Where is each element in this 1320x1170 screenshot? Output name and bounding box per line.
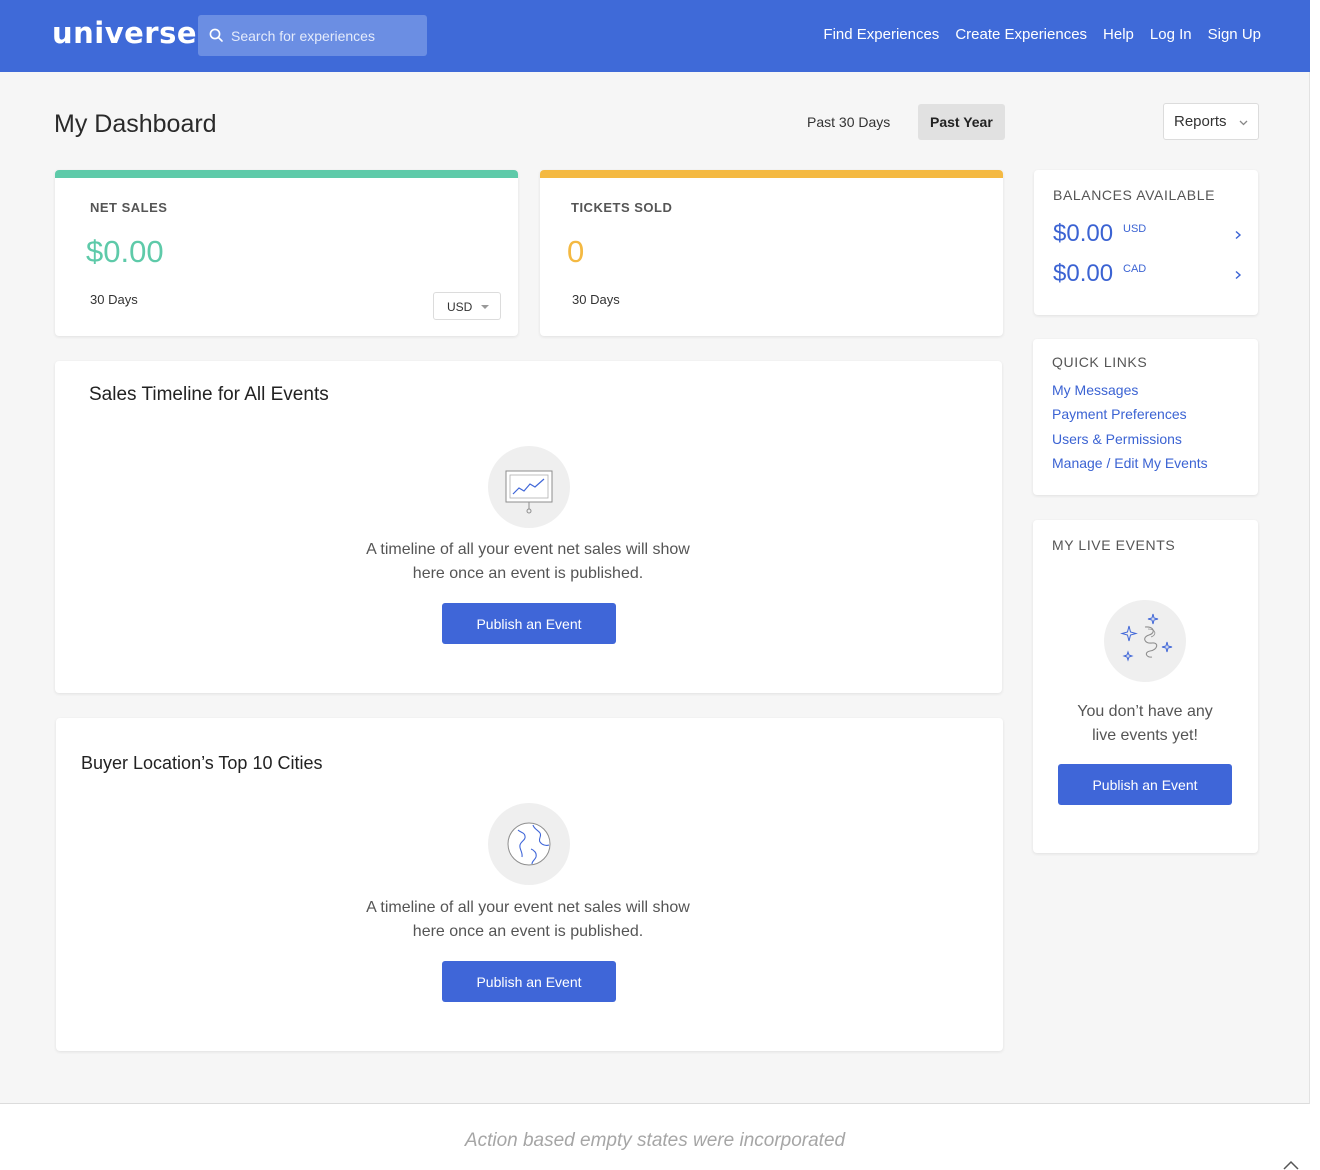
logo[interactable]: universe [52,16,197,50]
nav-sign-up[interactable]: Sign Up [1208,26,1261,43]
live-events-title: MY LIVE EVENTS [1052,537,1176,553]
net-sales-value: $0.00 [86,234,164,269]
nav-log-in[interactable]: Log In [1150,26,1192,43]
balance-row-cad[interactable]: $0.00 CAD [1053,260,1243,290]
quick-link-manage-events[interactable]: Manage / Edit My Events [1052,455,1208,471]
live-events-empty-illustration [1104,600,1186,682]
quick-links-card: QUICK LINKS My Messages Payment Preferen… [1033,339,1258,495]
chevron-up-icon[interactable] [1281,1158,1301,1170]
confetti-sparkle-icon [1120,613,1173,662]
balance-currency-usd: USD [1123,223,1147,235]
cities-empty-message: A timeline of all your event net sales w… [366,899,690,940]
sales-timeline-card: Sales Timeline for All Events A timeline… [55,361,1002,693]
chevron-down-icon [1239,120,1248,126]
reports-dropdown[interactable]: Reports [1163,103,1259,140]
chart-board-icon [505,470,553,514]
search-icon [209,28,223,42]
balance-amount-usd: $0.00 [1053,220,1114,247]
reports-label: Reports [1174,113,1227,130]
currency-select-value: USD [447,300,473,314]
live-events-empty-message: You don’t have any live events yet! [1077,703,1213,744]
caption: Action based empty states were incorpora… [464,1130,846,1151]
tickets-sold-value: 0 [567,234,585,269]
timeline-empty-message: A timeline of all your event net sales w… [366,541,690,582]
net-sales-card: NET SALES $0.00 30 Days USD [55,170,518,336]
range-past-30-days[interactable]: Past 30 Days [795,104,902,140]
publish-event-button-timeline[interactable]: Publish an Event [442,603,616,644]
quick-link-users-permissions[interactable]: Users & Permissions [1052,431,1182,447]
cities-empty-illustration [488,803,570,885]
nav-links: Find Experiences Create Experiences Help… [807,26,1261,43]
tickets-sold-card: TICKETS SOLD 0 30 Days [540,170,1003,336]
publish-event-button-cities[interactable]: Publish an Event [442,961,616,1002]
page-title: My Dashboard [54,110,217,138]
search-input[interactable] [231,15,421,56]
chevron-right-icon [1235,230,1242,240]
nav-create-experiences[interactable]: Create Experiences [955,26,1087,43]
tickets-sold-accent-bar [540,170,1003,178]
globe-icon [507,822,551,866]
buyer-cities-card: Buyer Location’s Top 10 Cities A timelin… [56,718,1003,1051]
net-sales-period: 30 Days [90,292,138,307]
nav-find-experiences[interactable]: Find Experiences [823,26,939,43]
tickets-sold-label: TICKETS SOLD [571,200,673,215]
live-events-card: MY LIVE EVENTS You don’t have any live e… [1033,520,1258,853]
balances-title: BALANCES AVAILABLE [1053,187,1216,203]
range-past-year[interactable]: Past Year [918,104,1005,140]
publish-event-button-live[interactable]: Publish an Event [1058,764,1232,805]
balance-amount-cad: $0.00 [1053,260,1114,287]
caret-down-icon [481,305,489,309]
net-sales-label: NET SALES [90,200,168,215]
quick-link-my-messages[interactable]: My Messages [1052,382,1138,398]
top-navigation: universe Find Experiences Create Experie… [0,0,1310,72]
sales-timeline-title: Sales Timeline for All Events [89,384,329,405]
app-window: universe Find Experiences Create Experie… [0,0,1310,1104]
balances-card: BALANCES AVAILABLE $0.00 USD $0.00 CAD [1034,170,1258,315]
nav-help[interactable]: Help [1103,26,1134,43]
balance-row-usd[interactable]: $0.00 USD [1053,220,1243,250]
quick-link-payment-preferences[interactable]: Payment Preferences [1052,406,1187,422]
net-sales-accent-bar [55,170,518,178]
chevron-right-icon [1235,270,1242,280]
buyer-cities-title: Buyer Location’s Top 10 Cities [81,753,323,773]
timeline-empty-illustration [488,446,570,528]
search-box[interactable] [198,15,427,56]
balance-currency-cad: CAD [1123,263,1147,275]
tickets-sold-period: 30 Days [572,292,620,307]
currency-select[interactable]: USD [433,292,501,320]
quick-links-title: QUICK LINKS [1052,354,1148,370]
